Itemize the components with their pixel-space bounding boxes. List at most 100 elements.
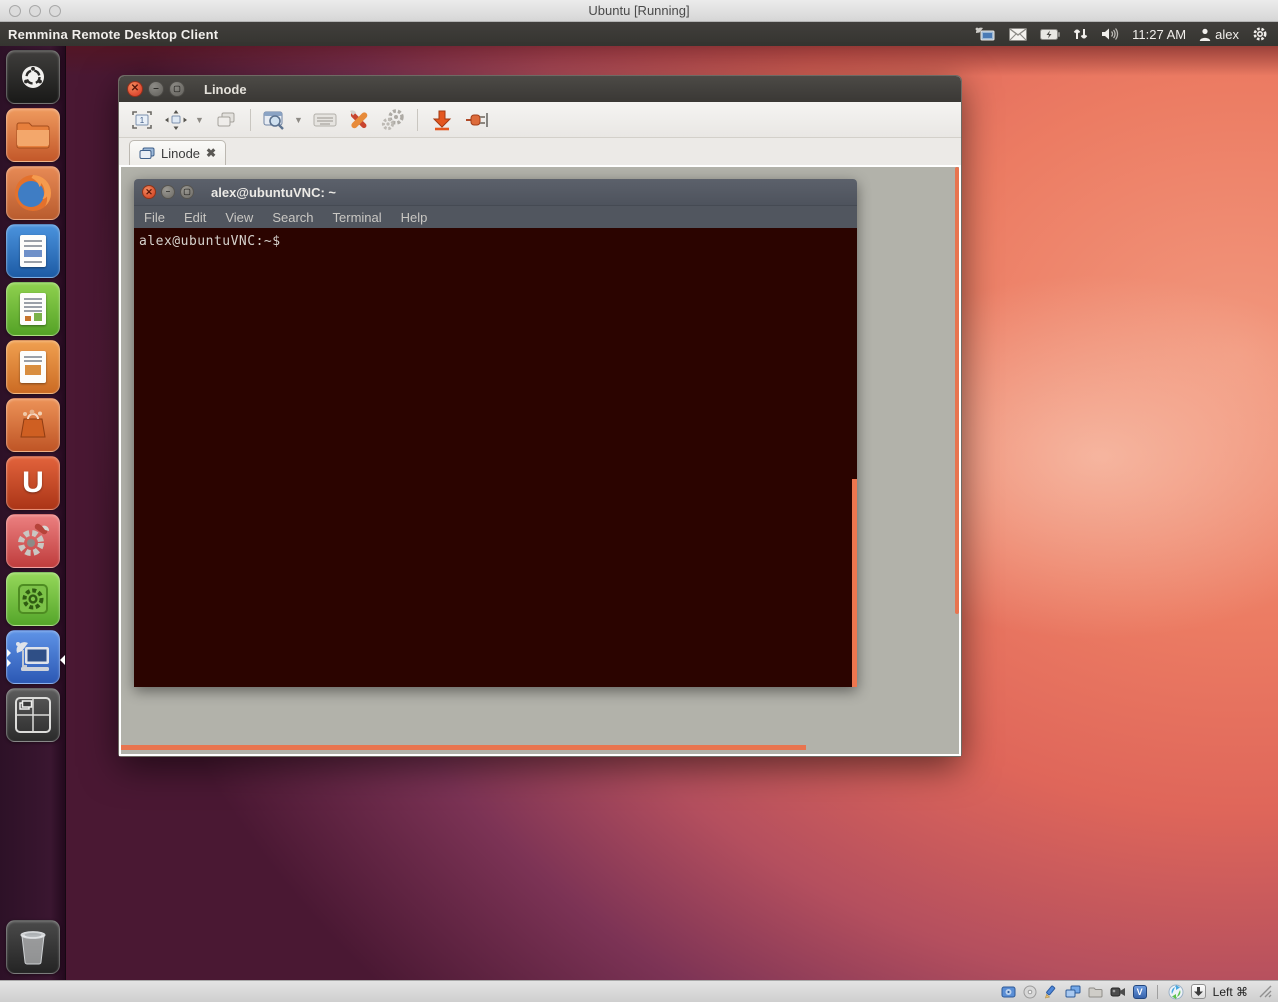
terminal-titlebar[interactable]: ✕ – ▢ alex@ubuntuVNC: ~ (134, 179, 857, 205)
zoom-button[interactable] (260, 106, 290, 134)
battery-icon[interactable] (1040, 29, 1060, 40)
remmina-toolbar: 1 ▼ ▼ (119, 102, 961, 138)
window-maximize-button[interactable]: ▢ (169, 81, 185, 97)
launcher-item-libreoffice-impress[interactable] (6, 340, 60, 394)
window-close-button[interactable]: ✕ (127, 81, 143, 97)
running-pip (7, 649, 11, 657)
fit-window-icon (165, 110, 187, 130)
terminal-maximize-button[interactable]: ▢ (180, 185, 194, 199)
fullscreen-icon: 1 (131, 110, 153, 130)
sync-arrows-icon[interactable] (1073, 27, 1088, 41)
svg-text:1: 1 (140, 116, 145, 125)
launcher-item-libreoffice-writer[interactable] (6, 224, 60, 278)
statusbar-separator (1157, 985, 1158, 999)
keyboard-icon (313, 112, 337, 128)
duplicate-window-icon (215, 111, 237, 129)
settings-gears-button[interactable] (378, 106, 408, 134)
vbox-window-titlebar: Ubuntu [Running] (0, 0, 1278, 22)
shared-folders-icon[interactable] (1088, 986, 1103, 998)
launcher-item-ubuntu-one[interactable]: U (6, 456, 60, 510)
indicator-area: 11:27 AM alex (974, 26, 1268, 42)
ubuntu-logo-icon (18, 62, 48, 92)
launcher-item-system-settings[interactable] (6, 514, 60, 568)
hdd-icon[interactable] (1001, 985, 1016, 999)
terminal-title: alex@ubuntuVNC: ~ (211, 185, 336, 200)
menu-view[interactable]: View (225, 210, 253, 225)
viewport-horizontal-scrollbar[interactable] (121, 745, 806, 750)
terminal-scrollbar-thumb[interactable] (852, 479, 857, 687)
network-icon[interactable] (1065, 985, 1081, 999)
chip-letter: V (1137, 987, 1143, 997)
terminal-body[interactable]: alex@ubuntuVNC:~$ (134, 228, 857, 687)
launcher-item-ubuntu-software-center[interactable] (6, 398, 60, 452)
remote-desktop-indicator-icon[interactable] (974, 26, 996, 42)
dropdown-arrow-icon[interactable]: ▼ (294, 115, 306, 125)
volume-icon[interactable] (1101, 27, 1119, 41)
session-gear-icon[interactable] (1252, 26, 1268, 42)
disconnect-button[interactable] (461, 106, 491, 134)
remote-terminal-window[interactable]: ✕ – ▢ alex@ubuntuVNC: ~ File Edit View S… (134, 179, 857, 687)
fullscreen-button[interactable]: 1 (127, 106, 157, 134)
gear-wrench-icon (14, 522, 52, 560)
terminal-menubar: File Edit View Search Terminal Help (134, 205, 857, 228)
remmina-icon (13, 639, 53, 675)
green-gear-icon (16, 582, 50, 616)
active-app-title[interactable]: Remmina Remote Desktop Client (8, 27, 218, 42)
host-key-label: Left ⌘ (1213, 985, 1248, 999)
remmina-titlebar[interactable]: ✕ – ▢ Linode (119, 76, 961, 102)
mouse-integration-icon[interactable] (1168, 984, 1184, 1000)
terminal-close-button[interactable]: ✕ (142, 185, 156, 199)
resize-grip[interactable] (1259, 985, 1272, 998)
optical-disc-icon[interactable] (1023, 985, 1037, 999)
terminal-minimize-button[interactable]: – (161, 185, 175, 199)
workspace-grid-icon (14, 696, 52, 734)
menu-help[interactable]: Help (401, 210, 428, 225)
window-minimize-button[interactable]: – (148, 81, 164, 97)
launcher-item-firefox[interactable] (6, 166, 60, 220)
tab-label: Linode (161, 146, 200, 161)
vnc-remote-desktop[interactable]: ✕ – ▢ alex@ubuntuVNC: ~ File Edit View S… (121, 167, 959, 754)
shopping-bag-icon (16, 409, 50, 441)
update-down-arrow-icon (432, 109, 452, 131)
viewport-vertical-scrollbar[interactable] (955, 167, 959, 614)
focused-app-arrow (60, 655, 65, 665)
menu-edit[interactable]: Edit (184, 210, 206, 225)
launcher-item-libreoffice-calc[interactable] (6, 282, 60, 336)
features-chip-icon[interactable]: V (1133, 985, 1147, 999)
launcher-item-remmina[interactable] (6, 630, 60, 684)
update-button[interactable] (427, 106, 457, 134)
menu-file[interactable]: File (144, 210, 165, 225)
menu-search[interactable]: Search (272, 210, 313, 225)
tab-close-button[interactable]: ✖ (206, 146, 216, 160)
keyboard-grab-button[interactable] (310, 106, 340, 134)
impress-presentation-icon (20, 351, 46, 383)
video-capture-icon[interactable] (1110, 986, 1126, 998)
launcher-item-ubuntu-tweak[interactable] (6, 572, 60, 626)
launcher-item-workspace-switcher[interactable] (6, 688, 60, 742)
remmina-window-title: Linode (204, 82, 247, 97)
dropdown-arrow-icon[interactable]: ▼ (195, 115, 207, 125)
menu-terminal[interactable]: Terminal (333, 210, 382, 225)
clock[interactable]: 11:27 AM (1132, 27, 1186, 42)
launcher-item-dash-home[interactable] (6, 50, 60, 104)
trash-icon (17, 929, 49, 965)
tools-icon (347, 108, 371, 132)
connection-tab-linode[interactable]: Linode ✖ (129, 140, 226, 165)
preferences-tools-button[interactable] (344, 106, 374, 134)
mail-icon[interactable] (1009, 28, 1027, 41)
launcher-item-files[interactable] (6, 108, 60, 162)
ubuntu-one-letter: U (22, 466, 44, 500)
unity-launcher: U (0, 46, 66, 980)
user-menu[interactable]: alex (1199, 27, 1239, 42)
duplicate-window-button[interactable] (211, 106, 241, 134)
folder-icon (15, 120, 51, 150)
toolbar-separator (417, 109, 418, 131)
fit-window-button[interactable] (161, 106, 191, 134)
wallpaper-shade (0, 46, 1278, 76)
user-icon (1199, 28, 1211, 41)
pencil-icon[interactable] (1044, 985, 1058, 999)
launcher-item-trash[interactable] (6, 920, 60, 974)
disconnect-plug-icon (464, 110, 488, 130)
firefox-icon (12, 172, 54, 214)
keyboard-capture-icon[interactable] (1191, 984, 1206, 999)
